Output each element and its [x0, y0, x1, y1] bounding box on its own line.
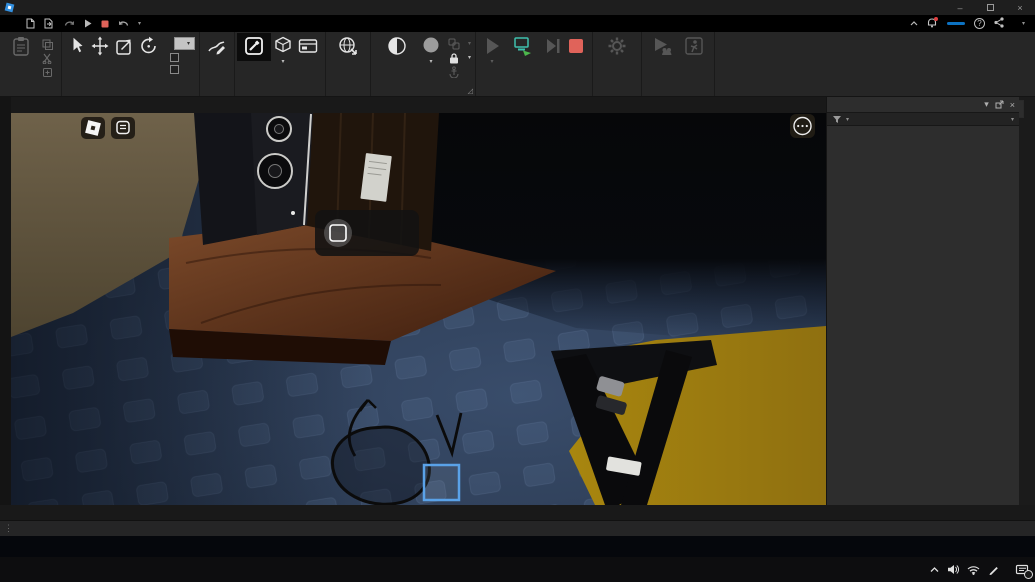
network-icon[interactable]: [967, 565, 980, 575]
part-labels: [422, 463, 461, 502]
system-tray: [930, 557, 1035, 582]
close-button[interactable]: ×: [1005, 0, 1035, 15]
document-tabs: [11, 97, 826, 113]
quickbar-dropdown-icon[interactable]: ▾: [138, 20, 141, 27]
tray-expand-icon[interactable]: [930, 566, 939, 573]
anchor-button[interactable]: [448, 65, 471, 78]
ribbon-group-clipboard: [0, 32, 62, 96]
pen-icon[interactable]: [988, 564, 999, 575]
ribbon-group-settings: [593, 32, 643, 96]
collaborate-button[interactable]: [946, 22, 965, 25]
undo-icon[interactable]: [118, 19, 129, 28]
group-button[interactable]: ▾: [448, 37, 471, 50]
ribbon-group-terrain: [200, 32, 236, 96]
select-tool-button[interactable]: [66, 35, 88, 59]
scale-tool-button[interactable]: [112, 35, 136, 59]
collisions-checkbox-row[interactable]: [170, 53, 195, 62]
paper-label: [360, 153, 392, 202]
play-quick-icon[interactable]: [84, 19, 92, 28]
notification-badge: [1024, 569, 1033, 579]
stop-button[interactable]: [564, 35, 588, 59]
experience-menu-button[interactable]: [790, 114, 815, 138]
import-3d-button[interactable]: [330, 35, 366, 59]
viewport-3d[interactable]: [11, 112, 826, 506]
drawn-blob: [331, 425, 431, 506]
minimize-button[interactable]: –: [945, 0, 975, 15]
command-bar[interactable]: ⋮: [0, 520, 1035, 536]
collapse-ribbon-icon[interactable]: [910, 18, 918, 29]
right-dock-rail: [1019, 97, 1035, 505]
paste-button[interactable]: [4, 35, 38, 59]
redo-icon[interactable]: [64, 19, 75, 28]
explorer-collapse-icon[interactable]: ▾: [984, 99, 989, 110]
team-test-button[interactable]: [646, 35, 678, 59]
filter-icon: [833, 115, 841, 123]
explorer-dock-icon[interactable]: [995, 100, 1004, 109]
help-icon[interactable]: ?: [973, 18, 985, 29]
explorer-close-icon[interactable]: ×: [1010, 100, 1015, 110]
ui-button[interactable]: [295, 35, 321, 59]
part-button[interactable]: ▾: [271, 35, 295, 65]
ribbon-group-tools: ▾: [62, 32, 201, 96]
share-icon[interactable]: [994, 16, 1004, 31]
rotate-tool-button[interactable]: [136, 35, 162, 59]
exit-game-button[interactable]: [678, 35, 710, 59]
stop-quick-icon[interactable]: [101, 20, 109, 28]
taskbar: [0, 557, 1035, 582]
toolbox-button[interactable]: [241, 35, 267, 59]
terrain-editor-button[interactable]: [204, 35, 230, 59]
ribbon: ▾ ▾ ▾ ▾ ▾ ◿ ▾: [0, 32, 1035, 97]
new-file-icon[interactable]: [26, 18, 35, 29]
material-manager-button[interactable]: [375, 35, 419, 59]
interact-prompt: [315, 210, 419, 256]
collisions-checkbox[interactable]: [170, 53, 179, 62]
resume-button[interactable]: [542, 35, 564, 59]
user-dropdown-icon[interactable]: ▾: [1022, 20, 1025, 27]
play-button[interactable]: ▾: [480, 35, 504, 65]
edit-dialog-launcher-icon[interactable]: ◿: [468, 87, 473, 95]
mode-dropdown[interactable]: ▾: [174, 37, 196, 50]
lock-button[interactable]: ▾: [448, 51, 471, 64]
ribbon-group-insert: ▾: [235, 32, 327, 96]
file-menu[interactable]: [0, 15, 18, 32]
explorer-panel: ▾ × ▾ ▾: [826, 97, 1019, 505]
join-surfaces-checkbox-row[interactable]: [170, 65, 195, 74]
maximize-button[interactable]: [975, 0, 1005, 15]
join-surfaces-checkbox[interactable]: [170, 65, 179, 74]
yellow-part[interactable]: [551, 326, 826, 505]
menu-bar: ▾ ? ▾: [0, 15, 1035, 32]
command-bar-grip[interactable]: ⋮: [0, 523, 16, 534]
notifications-bell-icon[interactable]: [927, 16, 938, 31]
ribbon-group-team-test: [642, 32, 716, 96]
properties-rail-tab[interactable]: [1019, 100, 1024, 118]
game-settings-button[interactable]: [597, 35, 637, 59]
desktop-background: [0, 536, 1035, 557]
selected-part[interactable]: [422, 463, 461, 502]
duplicate-button[interactable]: [42, 66, 57, 79]
current-client-button[interactable]: [504, 35, 542, 59]
ribbon-group-file: [326, 32, 372, 96]
explorer-filter[interactable]: ▾ ▾: [827, 112, 1019, 126]
title-bar: – ×: [0, 0, 1035, 15]
ribbon-group-test: ▾: [476, 32, 594, 96]
ribbon-group-edit: ▾ ▾ ▾ ◿: [371, 32, 477, 96]
action-center-icon[interactable]: [1015, 564, 1033, 579]
roblox-menu-button[interactable]: [81, 117, 105, 139]
bottom-tab-bar: [0, 505, 1035, 520]
left-dock-rail: [0, 97, 11, 505]
copy-button[interactable]: [42, 38, 57, 51]
move-tool-button[interactable]: [88, 35, 112, 59]
speaker: [194, 113, 313, 245]
volume-icon[interactable]: [947, 564, 959, 575]
roblox-studio-logo-icon: [4, 2, 15, 13]
explorer-tree: [827, 126, 1019, 128]
cut-button[interactable]: [42, 52, 57, 65]
open-file-icon[interactable]: [44, 18, 55, 29]
chat-toggle-button[interactable]: [111, 117, 135, 139]
color-button[interactable]: ▾: [419, 35, 443, 65]
